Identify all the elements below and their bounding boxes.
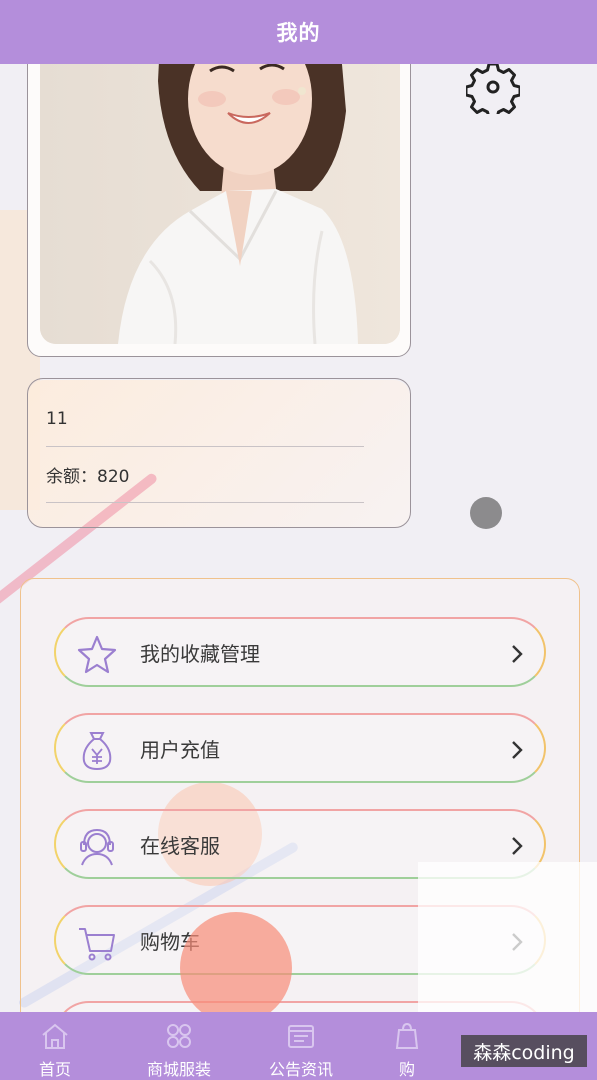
avatar-photo — [40, 41, 400, 344]
balance-row: 余额：820 — [46, 447, 364, 503]
chevron-right-icon — [512, 741, 523, 759]
tab-announcements[interactable]: 公告资讯 — [246, 1012, 356, 1080]
menu-item-label: 购物车 — [140, 929, 200, 954]
headset-agent-icon — [80, 828, 114, 866]
menu-item-customer-service[interactable]: 在线客服 — [54, 809, 546, 879]
menu-panel: 我的收藏管理 用户充值 在线客服 购物车 — [20, 578, 580, 1071]
page-header: 我的 — [0, 0, 597, 64]
settings-gear-icon[interactable] — [464, 60, 522, 120]
cart-icon — [79, 928, 115, 961]
profile-screen: 我的 11 余额：820 我的收藏管理 用户充值 在线客服 购物车 首页 商城服… — [0, 0, 597, 1080]
grid-icon — [167, 1024, 191, 1048]
tab-label: 商城服装 — [146, 1060, 211, 1079]
menu-item-label: 我的收藏管理 — [140, 641, 260, 666]
news-icon — [288, 1025, 314, 1048]
star-icon — [77, 635, 117, 674]
menu-item-cart[interactable]: 购物车 — [54, 905, 546, 975]
tab-home[interactable]: 首页 — [0, 1012, 110, 1080]
username-row: 11 — [46, 391, 364, 447]
avatar-card[interactable] — [27, 40, 411, 357]
tab-label: 公告资讯 — [268, 1060, 333, 1079]
menu-item-favorites[interactable]: 我的收藏管理 — [54, 617, 546, 687]
tab-label: 首页 — [38, 1060, 71, 1079]
watermark: 森森coding — [461, 1035, 587, 1067]
balance-text: 余额：820 — [46, 467, 130, 487]
tab-cart[interactable]: 购 — [352, 1012, 462, 1080]
home-icon — [42, 1023, 68, 1049]
bag-icon — [395, 1022, 419, 1049]
watermark-text: 森森coding — [473, 1041, 575, 1064]
menu-item-recharge[interactable]: 用户充值 — [54, 713, 546, 783]
tab-label: 购 — [398, 1060, 415, 1079]
money-bag-icon — [82, 732, 112, 771]
floating-assist-button[interactable] — [470, 497, 502, 529]
chevron-right-icon — [512, 837, 523, 855]
chevron-right-icon — [512, 645, 523, 663]
menu-item-label: 在线客服 — [140, 833, 220, 858]
chevron-right-icon — [512, 933, 523, 951]
username: 11 — [46, 408, 68, 429]
user-info-card: 11 余额：820 — [27, 378, 411, 528]
tab-mall-clothing[interactable]: 商城服装 — [124, 1012, 234, 1080]
menu-item-label: 用户充值 — [140, 737, 220, 762]
page-title: 我的 — [276, 21, 321, 45]
